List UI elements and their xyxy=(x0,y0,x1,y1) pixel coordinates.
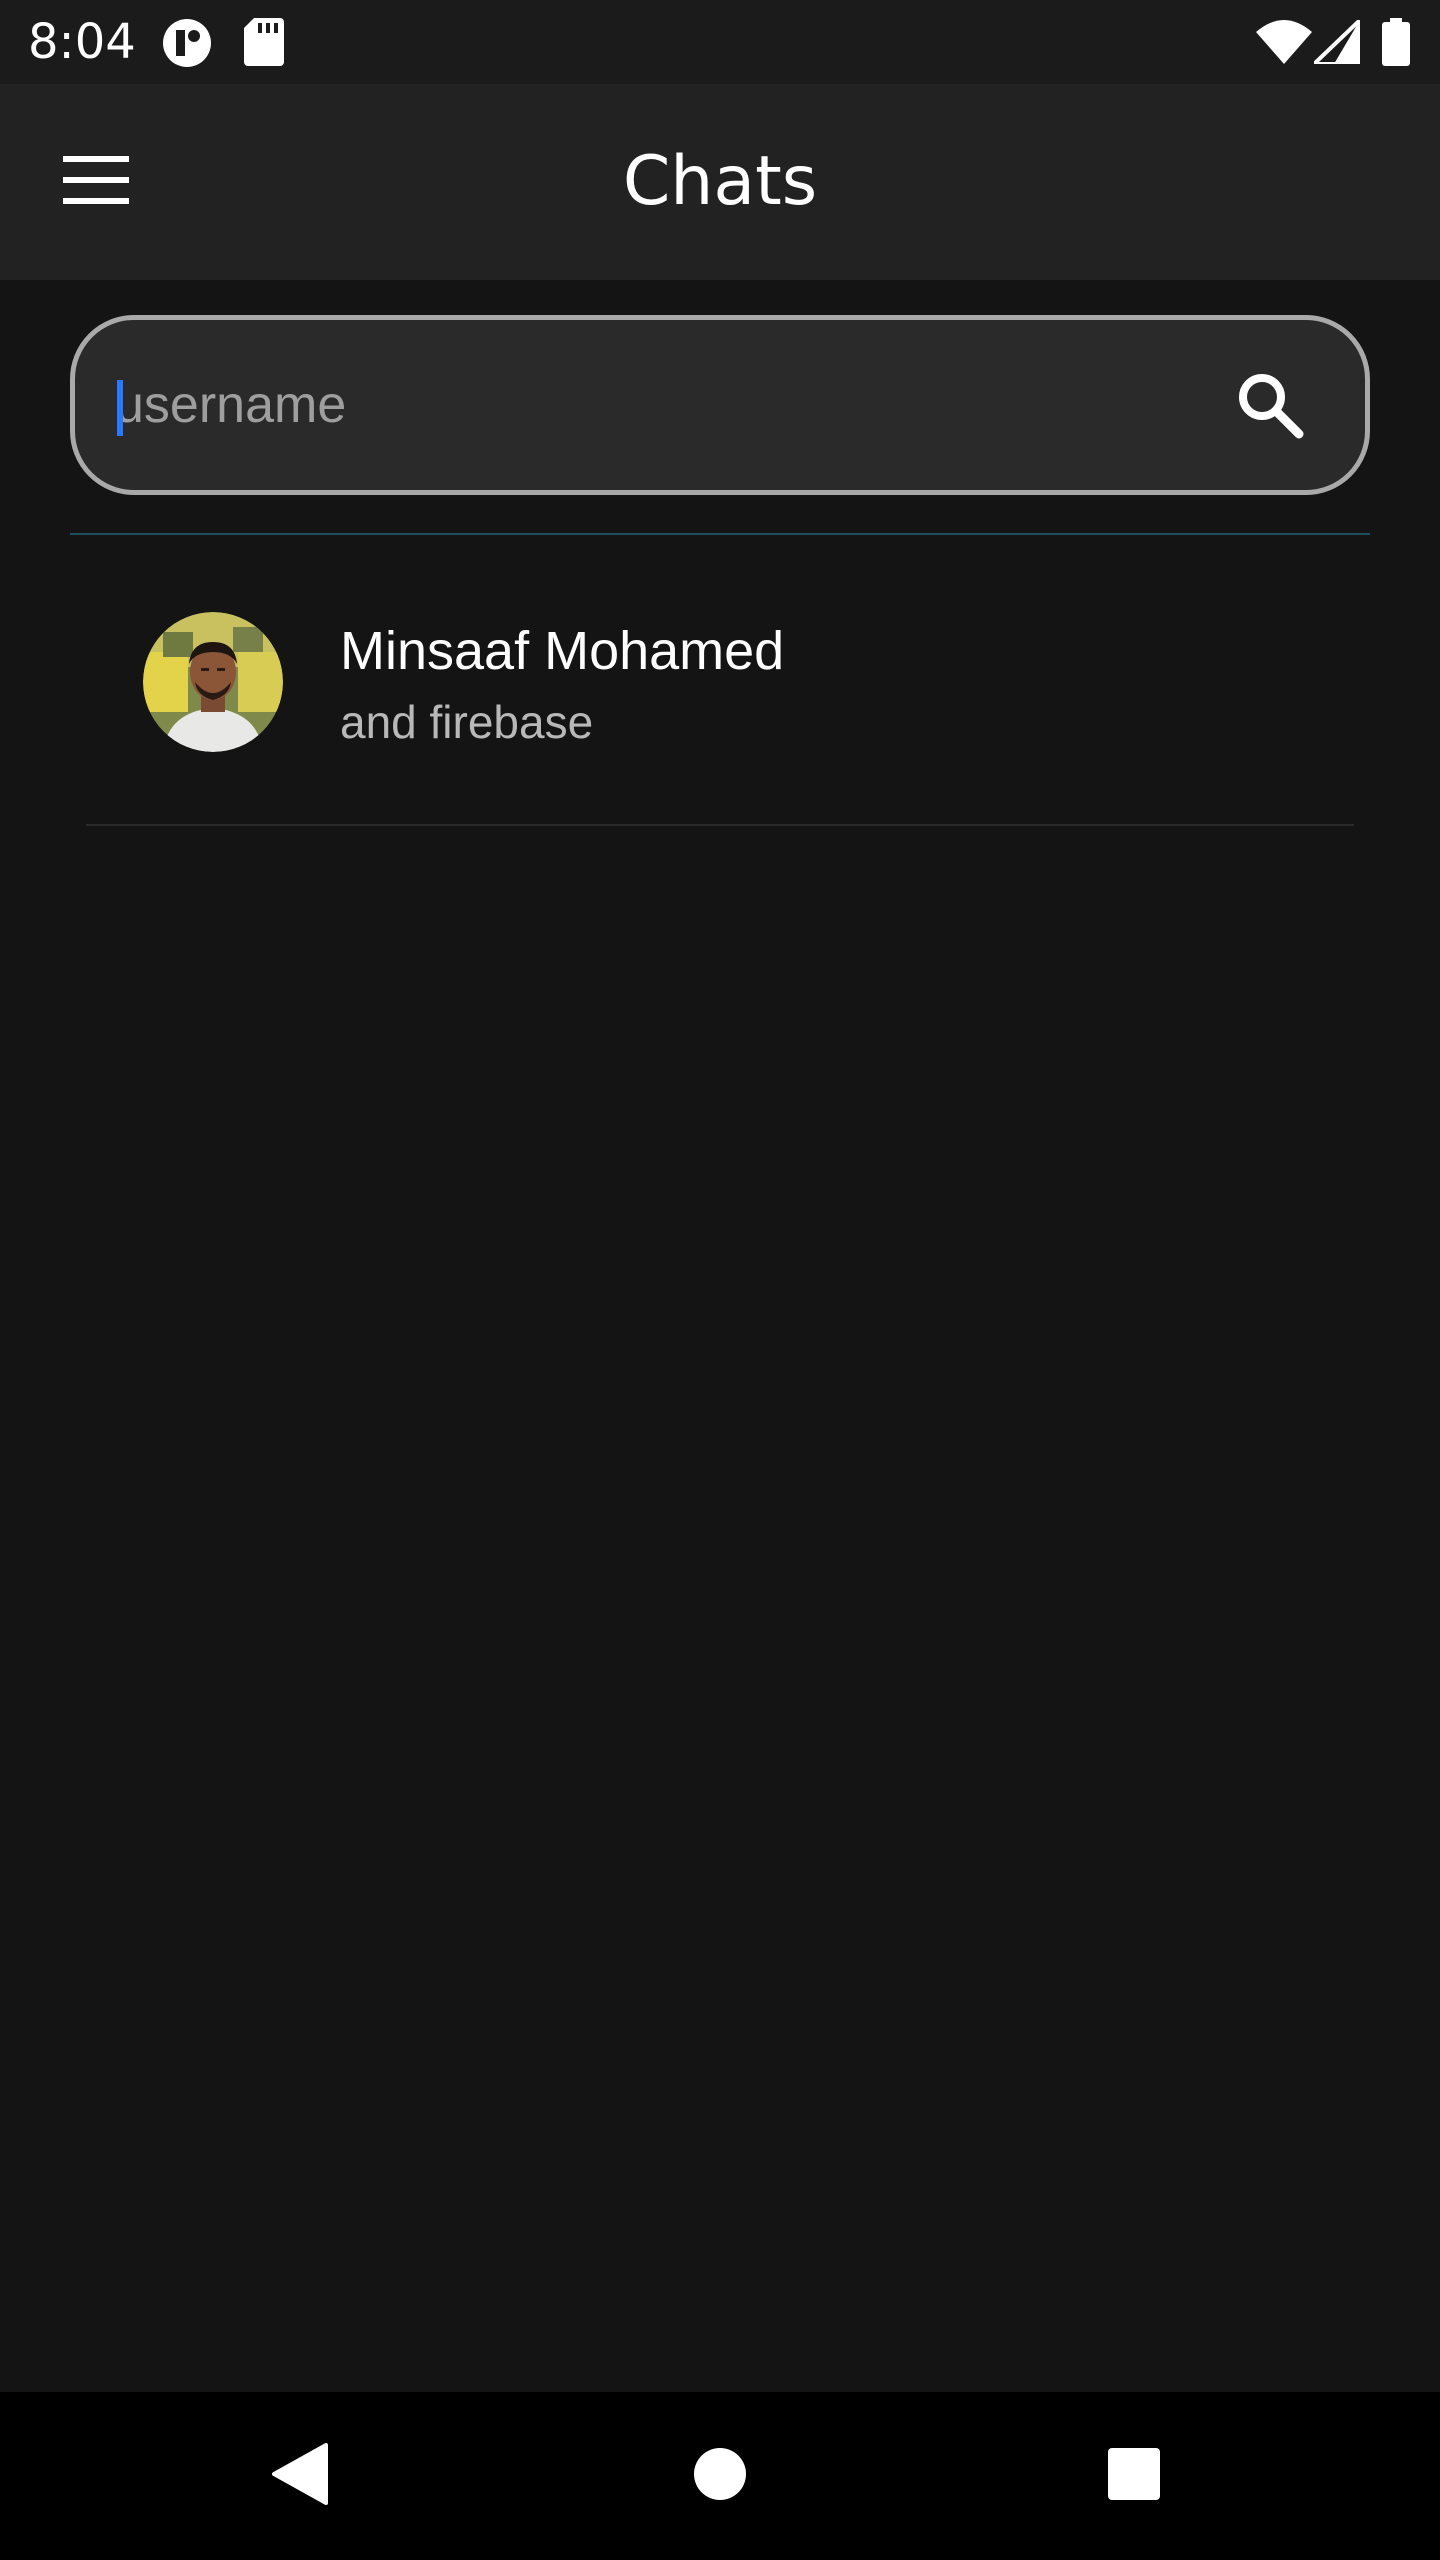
status-bar: 8:04 xyxy=(0,0,1440,84)
battery-icon xyxy=(1382,18,1410,71)
avatar[interactable] xyxy=(143,612,283,752)
search-icon xyxy=(1235,370,1305,445)
recents-button[interactable] xyxy=(1084,2426,1184,2526)
wifi-icon xyxy=(1256,20,1312,69)
page-title: Chats xyxy=(622,142,818,221)
signal-icon xyxy=(1309,15,1362,69)
chat-list-item[interactable]: Minsaaf Mohamed and firebase xyxy=(0,580,1440,820)
app-notification-icon xyxy=(162,18,212,73)
back-button[interactable] xyxy=(250,2426,350,2526)
search-box xyxy=(70,315,1370,495)
text-caret xyxy=(117,380,123,436)
back-triangle-icon xyxy=(272,2442,328,2510)
system-nav-bar xyxy=(0,2392,1440,2560)
sd-card-icon xyxy=(244,18,284,71)
list-divider xyxy=(86,824,1354,826)
recents-square-icon xyxy=(1107,2447,1161,2506)
app-bar: Chats xyxy=(0,84,1440,280)
home-circle-icon xyxy=(693,2447,747,2506)
search-input[interactable] xyxy=(115,360,1145,450)
chat-subtitle: and firebase xyxy=(340,696,594,748)
home-button[interactable] xyxy=(670,2426,770,2526)
chat-name: Minsaaf Mohamed xyxy=(340,621,785,681)
status-time: 8:04 xyxy=(28,14,136,70)
divider xyxy=(70,533,1370,535)
search-button[interactable] xyxy=(1225,362,1315,452)
